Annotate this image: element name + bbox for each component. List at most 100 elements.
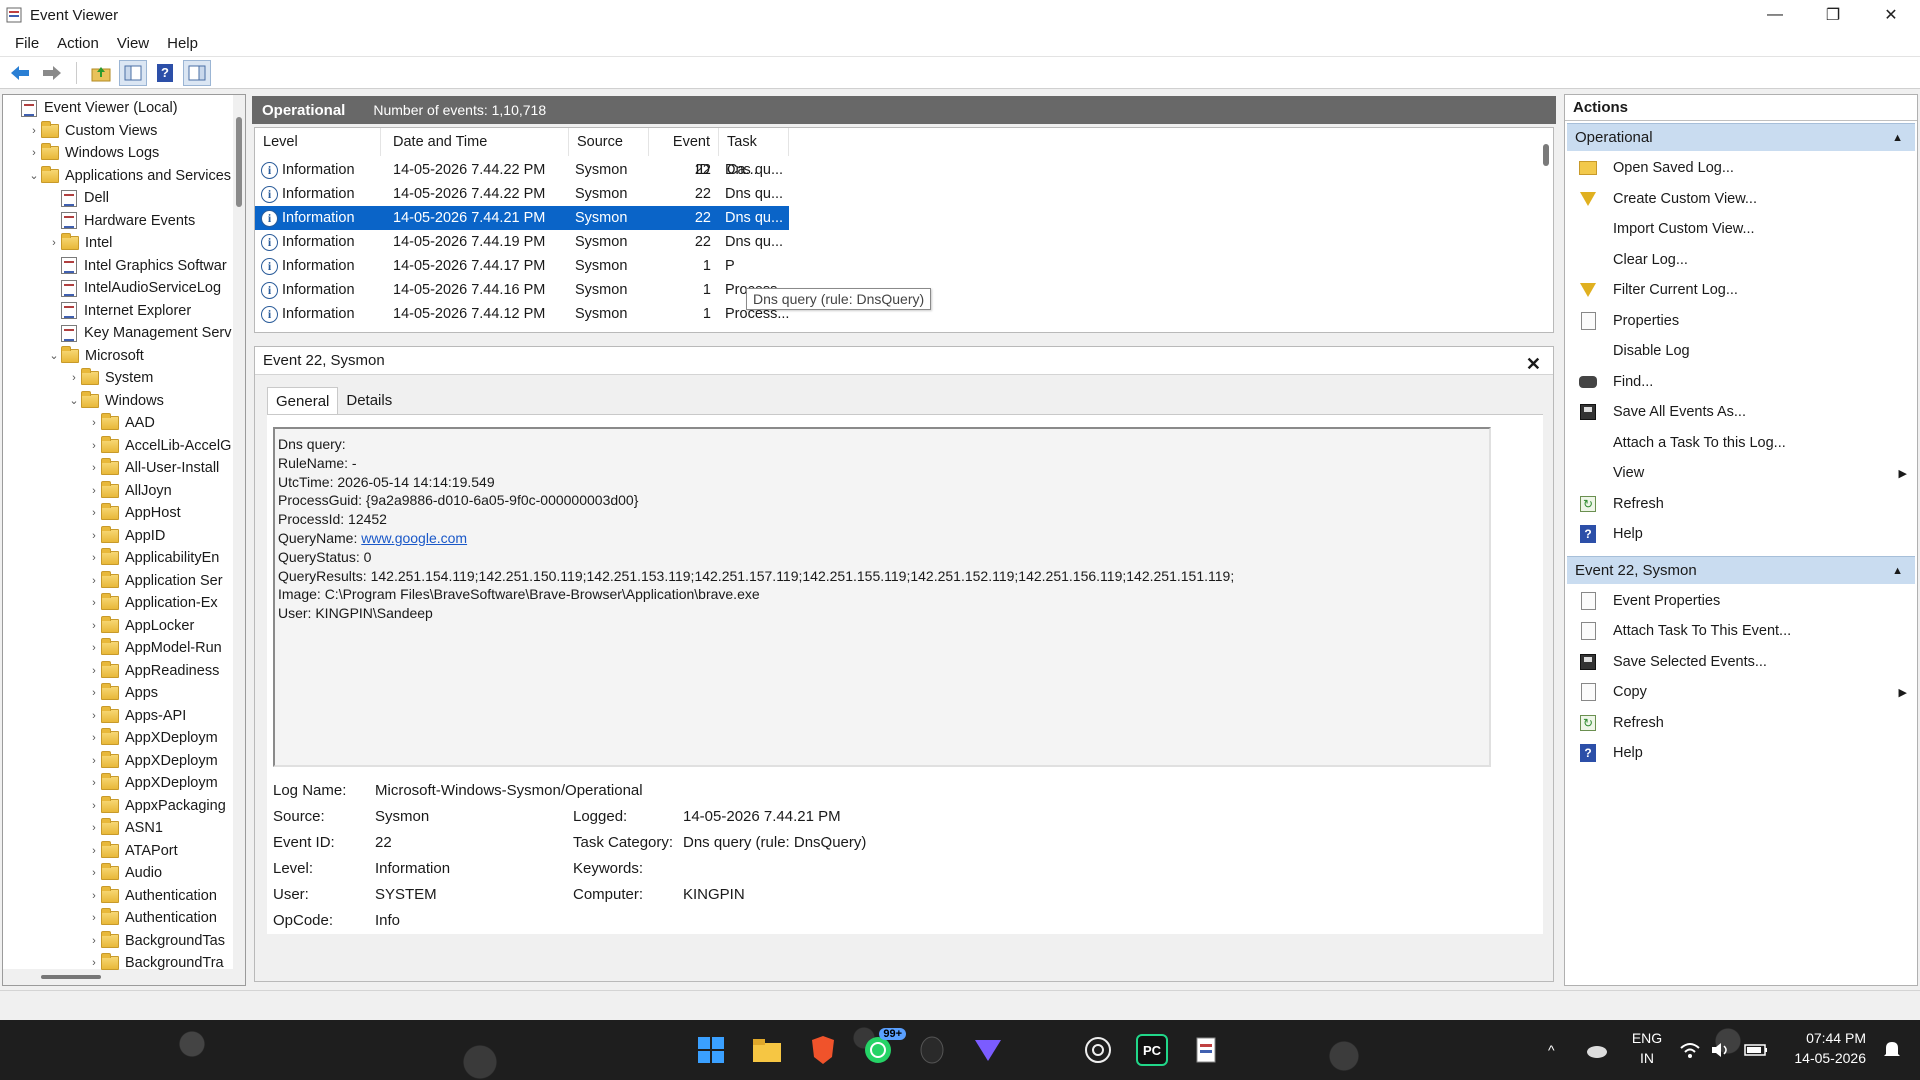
tree-item[interactable]: › AccelLib-AccelG — [87, 435, 231, 457]
chevron-down-icon[interactable]: ⌄ — [67, 394, 81, 407]
action-item[interactable]: Disable Log — [1569, 336, 1913, 366]
notifications-icon[interactable] — [1882, 1020, 1902, 1080]
action-item[interactable]: Filter Current Log... — [1569, 275, 1913, 305]
action-item[interactable]: Import Custom View... — [1569, 214, 1913, 244]
menu-help[interactable]: Help — [158, 35, 207, 52]
tree-item[interactable]: › System — [67, 367, 153, 389]
tree-item[interactable]: › AppxPackaging — [87, 795, 226, 817]
chevron-right-icon[interactable]: › — [87, 642, 101, 654]
query-name-link[interactable]: www.google.com — [361, 530, 467, 546]
tree-item[interactable]: › Apps-API — [87, 705, 186, 727]
tree-item[interactable]: › BackgroundTra — [87, 952, 224, 974]
chevron-right-icon[interactable]: › — [87, 867, 101, 879]
volume-icon[interactable] — [1710, 1020, 1730, 1080]
event-row[interactable]: i Information 14-05-2026 7.44.22 PM Sysmon 2… — [255, 158, 789, 182]
restore-button[interactable]: ❐ — [1804, 0, 1862, 30]
column-task-category[interactable]: Task Ca... — [719, 128, 789, 178]
action-item[interactable]: Save All Events As... — [1569, 397, 1913, 427]
tree-item[interactable]: › AppHost — [87, 502, 181, 524]
event-row[interactable]: i Information 14-05-2026 7.44.17 PM Sysmon 1… — [255, 254, 789, 278]
tree-item[interactable]: › Authentication — [87, 885, 217, 907]
navigation-tree[interactable]: Event Viewer (Local) › Custom Views › Window… — [2, 94, 246, 986]
column-source[interactable]: Source — [569, 128, 649, 156]
menu-file[interactable]: File — [6, 35, 48, 52]
tree-item[interactable]: › AllJoyn — [87, 480, 172, 502]
chevron-right-icon[interactable]: › — [87, 552, 101, 564]
chevron-right-icon[interactable]: › — [87, 530, 101, 542]
events-grid[interactable]: Level Date and Time Source Event ID Task… — [254, 127, 1554, 333]
event-row[interactable]: i Information 14-05-2026 7.44.22 PM Sysmon 2… — [255, 182, 789, 206]
chevron-right-icon[interactable]: › — [87, 507, 101, 519]
up-folder-icon[interactable] — [87, 60, 115, 86]
language-indicator[interactable]: ENG IN — [1630, 1028, 1664, 1068]
chevron-right-icon[interactable]: › — [27, 125, 41, 137]
show-hide-action-pane-icon[interactable] — [183, 59, 211, 86]
tree-item[interactable]: ⌄ Microsoft — [47, 345, 144, 367]
collapse-up-icon[interactable]: ▲ — [1892, 124, 1903, 152]
chevron-right-icon[interactable]: › — [87, 687, 101, 699]
column-level[interactable]: Level — [255, 128, 381, 156]
action-item[interactable]: Properties — [1569, 306, 1913, 336]
tree-item[interactable]: › All-User-Install — [87, 457, 219, 479]
event-row[interactable]: i Information 14-05-2026 7.44.21 PM Sysmon 2… — [255, 206, 789, 230]
tree-item[interactable]: › AppReadiness — [87, 660, 219, 682]
tree-item[interactable]: › Intel — [47, 232, 112, 254]
chevron-right-icon[interactable]: › — [67, 372, 81, 384]
chevron-right-icon[interactable]: › — [87, 755, 101, 767]
grid-vertical-scrollbar[interactable] — [1539, 128, 1553, 332]
column-event-id[interactable]: Event ID — [649, 128, 719, 178]
action-item[interactable]: Copy ▶ — [1569, 677, 1913, 707]
actions-group-header[interactable]: Event 22, Sysmon ▲ — [1567, 555, 1915, 584]
action-item[interactable]: Event Properties — [1569, 586, 1913, 616]
tab-general[interactable]: General — [267, 387, 339, 415]
tree-item[interactable]: › Application Ser — [87, 570, 223, 592]
chevron-right-icon[interactable]: › — [87, 620, 101, 632]
tree-item[interactable]: Intel Graphics Softwar — [47, 255, 227, 277]
tree-item[interactable]: › AppXDeploym — [87, 750, 218, 772]
chevron-right-icon[interactable]: › — [47, 237, 61, 249]
tree-item[interactable]: › ATAPort — [87, 840, 178, 862]
action-item[interactable]: Clear Log... — [1569, 245, 1913, 275]
chevron-right-icon[interactable]: › — [87, 957, 101, 969]
tree-item[interactable]: › Audio — [87, 862, 162, 884]
action-item[interactable]: Create Custom View... — [1569, 184, 1913, 214]
action-item[interactable]: Save Selected Events... — [1569, 647, 1913, 677]
help-icon[interactable]: ? — [151, 60, 179, 86]
column-date-time[interactable]: Date and Time — [381, 128, 569, 156]
chevron-down-icon[interactable]: ⌄ — [27, 169, 41, 182]
tree-scroll-thumb[interactable] — [236, 117, 242, 207]
event-row[interactable]: i Information 14-05-2026 7.44.16 PM Sysmon 1… — [255, 278, 789, 302]
event-row[interactable]: i Information 14-05-2026 7.44.12 PM Sysmon 1… — [255, 302, 789, 326]
proton-vpn-icon[interactable] — [972, 1034, 1004, 1066]
chatgpt-icon[interactable] — [1082, 1034, 1114, 1066]
brave-browser-icon[interactable] — [807, 1034, 839, 1066]
tree-item[interactable]: › Windows Logs — [27, 142, 159, 164]
file-explorer-icon[interactable] — [751, 1034, 783, 1066]
action-item[interactable]: ? Help — [1569, 519, 1913, 549]
tree-item[interactable]: Event Viewer (Local) — [7, 97, 178, 119]
tree-item[interactable]: Dell — [47, 187, 109, 209]
tree-item[interactable]: Key Management Serv — [47, 322, 232, 344]
close-detail-icon[interactable]: ✕ — [1526, 350, 1541, 378]
onedrive-icon[interactable] — [1586, 1020, 1608, 1080]
menu-action[interactable]: Action — [48, 35, 108, 52]
app-icon[interactable] — [916, 1034, 948, 1066]
tree-item[interactable]: › AAD — [87, 412, 155, 434]
tree-item[interactable]: Hardware Events — [47, 210, 195, 232]
show-hide-tree-icon[interactable] — [119, 59, 147, 86]
chevron-right-icon[interactable]: › — [87, 822, 101, 834]
tree-item[interactable]: › AppModel-Run — [87, 637, 222, 659]
event-message-box[interactable]: Dns query: RuleName: - UtcTime: 2026-05-… — [273, 427, 1491, 767]
action-item[interactable]: Attach a Task To this Log... — [1569, 428, 1913, 458]
action-item[interactable]: Open Saved Log... — [1569, 153, 1913, 183]
tree-item[interactable]: › Apps — [87, 682, 158, 704]
tree-item[interactable]: › Custom Views — [27, 120, 157, 142]
chevron-down-icon[interactable]: ⌄ — [47, 349, 61, 362]
chevron-right-icon[interactable]: › — [87, 912, 101, 924]
grid-scroll-thumb[interactable] — [1543, 144, 1549, 166]
chevron-right-icon[interactable]: › — [87, 462, 101, 474]
chevron-right-icon[interactable]: › — [87, 800, 101, 812]
tray-overflow-chevron[interactable]: ^ — [1548, 1020, 1555, 1080]
tab-details[interactable]: Details — [338, 387, 400, 415]
tree-item[interactable]: Internet Explorer — [47, 300, 191, 322]
